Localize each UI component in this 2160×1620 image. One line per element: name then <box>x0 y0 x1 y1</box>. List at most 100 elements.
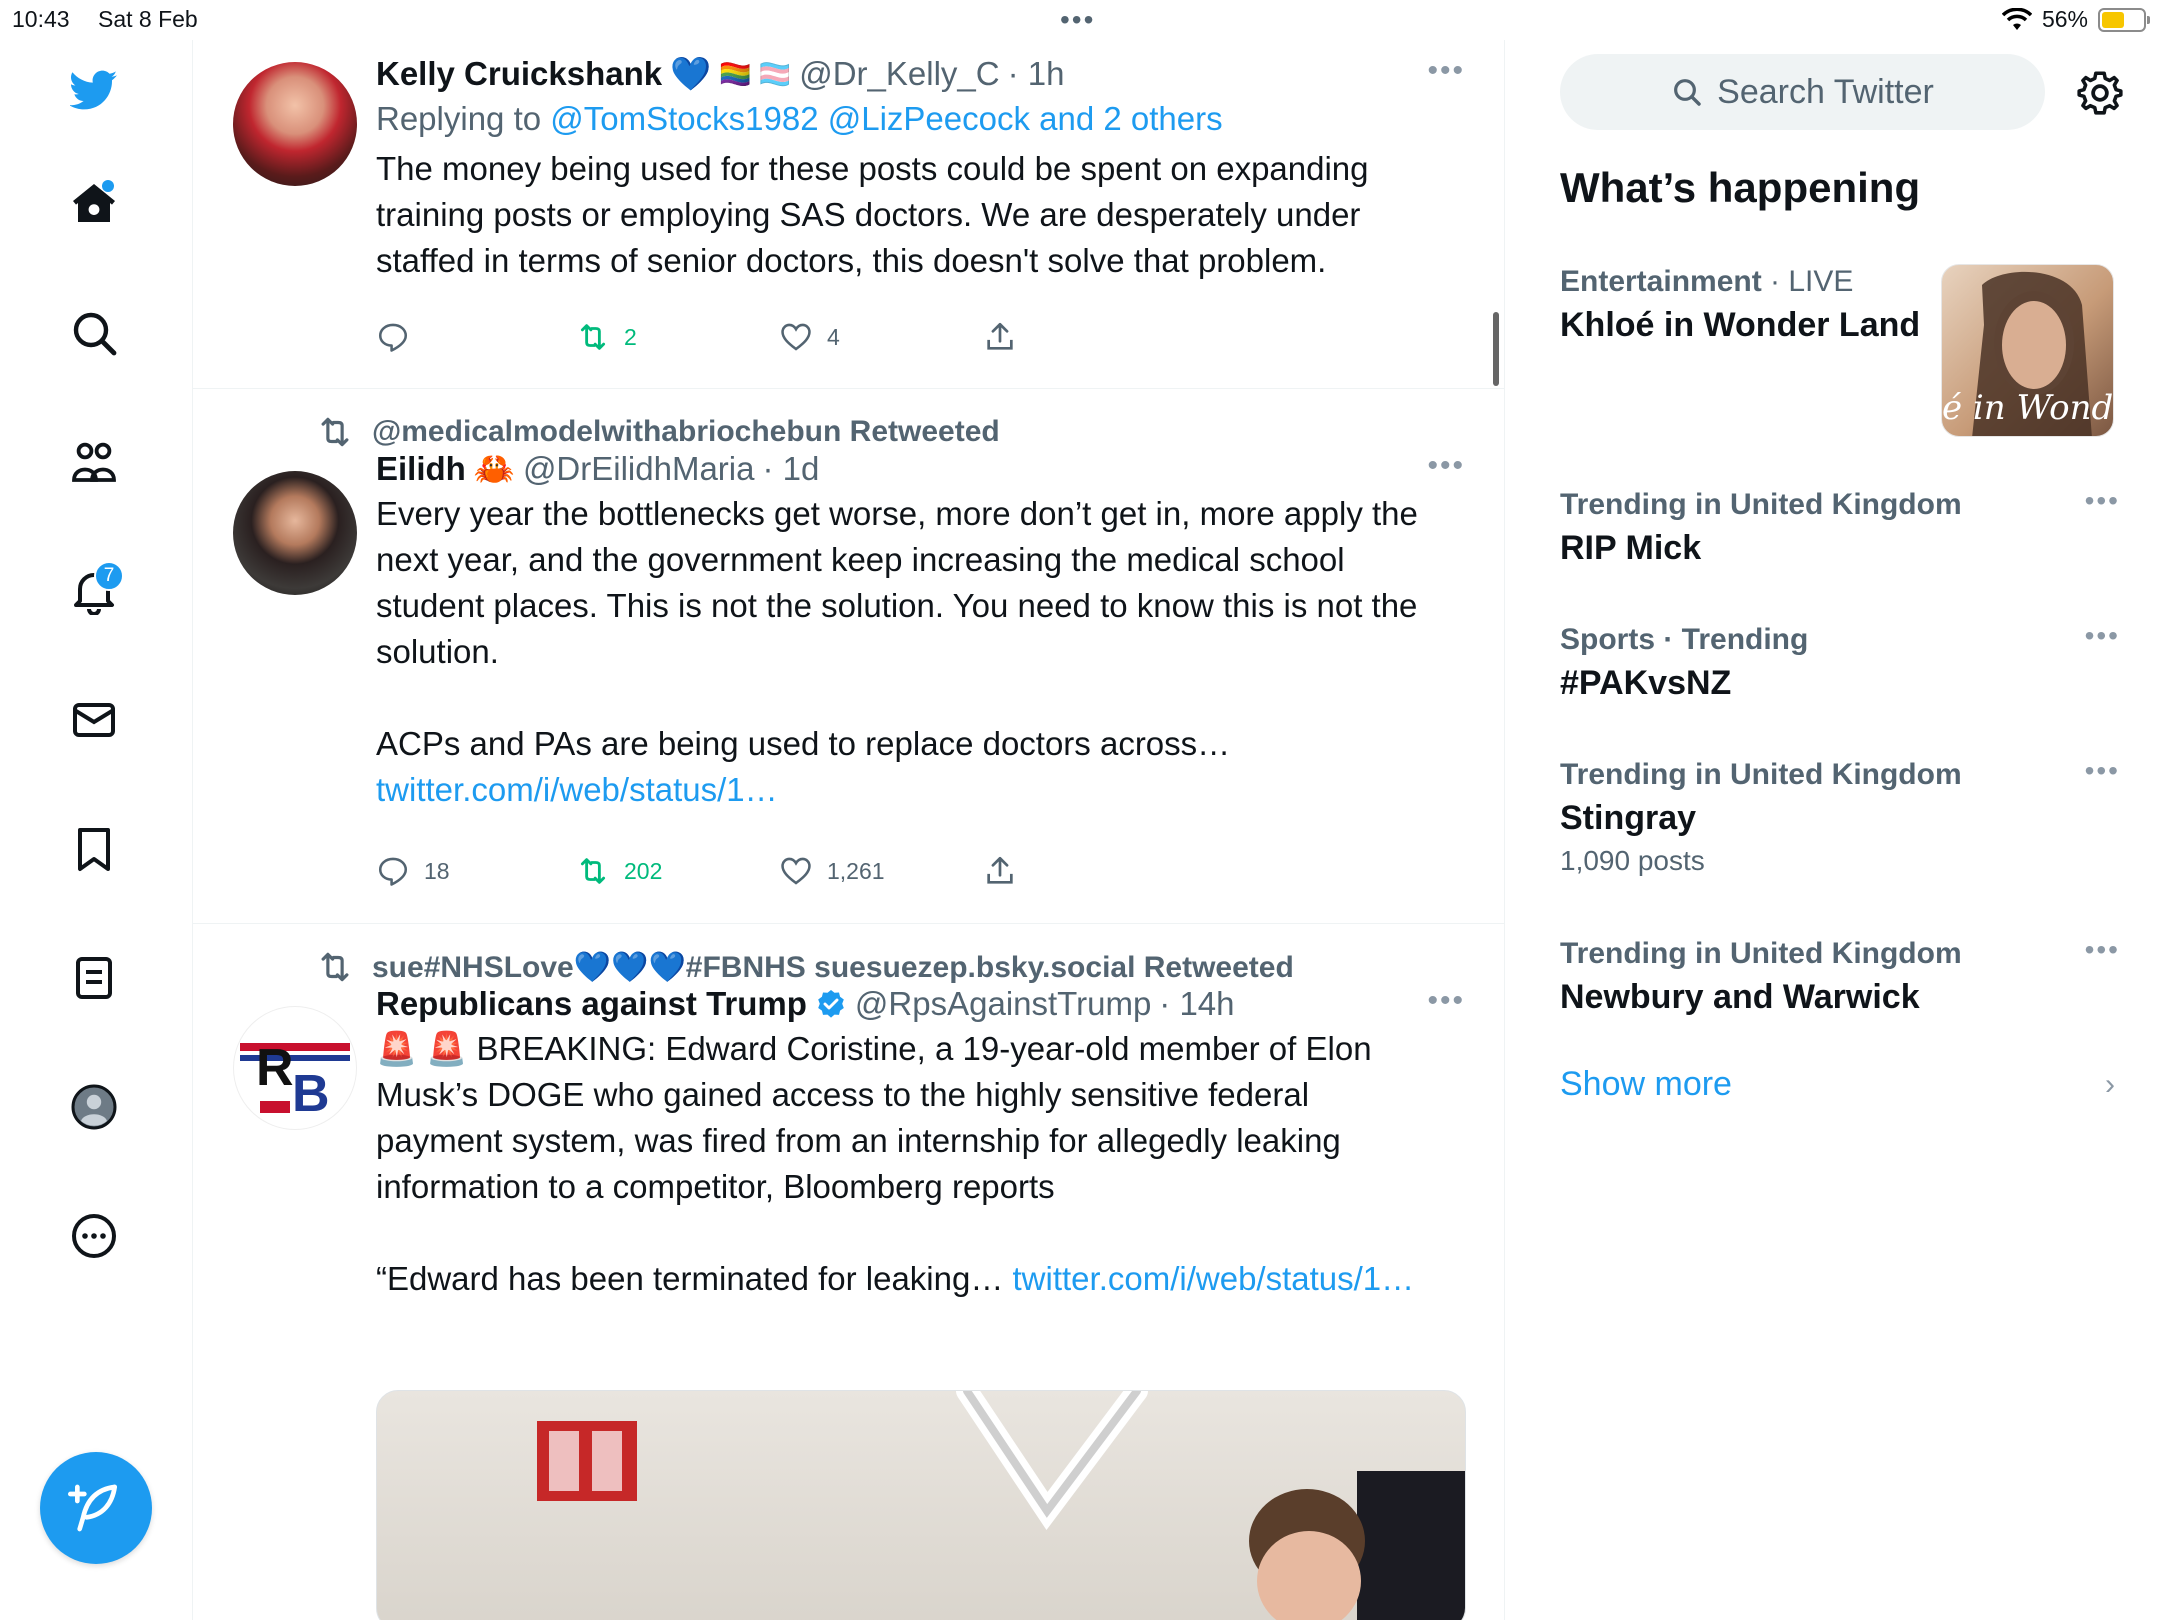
verified-badge-icon <box>818 990 844 1018</box>
share-button[interactable] <box>983 320 1017 354</box>
heart-emoji: 💙 <box>670 55 712 92</box>
author-handle[interactable]: @DrEilidhMaria <box>523 447 755 491</box>
retweeted-by-text[interactable]: @medicalmodelwithabriochebun Retweeted <box>372 415 1000 449</box>
compose-tweet-button[interactable] <box>40 1452 152 1564</box>
trend-title: RIP Mick <box>1560 529 1702 567</box>
trend-more-options-icon[interactable]: ••• <box>2085 934 2120 966</box>
svg-text:B: B <box>292 1065 330 1123</box>
tweet-time[interactable]: · 1d <box>763 447 820 491</box>
more-options-icon[interactable]: ••• <box>1427 984 1465 1018</box>
status-date: Sat 8 Feb <box>98 6 198 32</box>
retweet-count: 202 <box>624 857 663 884</box>
like-button[interactable]: 4 <box>779 320 983 354</box>
left-nav: 7 <box>0 40 193 1620</box>
author-handle[interactable]: @Dr_Kelly_C <box>799 52 999 96</box>
tweet-actions: 18 202 1,261 <box>376 854 1017 888</box>
timeline: Kelly Cruickshank 💙 🏳️‍🌈 🏳️‍⚧️ @Dr_Kelly… <box>193 40 1505 1620</box>
avatar[interactable]: R B <box>233 1006 357 1130</box>
author-name[interactable]: Republicans against Trump <box>376 982 807 1026</box>
trend-more-options-icon[interactable]: ••• <box>2085 755 2120 787</box>
like-count: 1,261 <box>827 857 885 884</box>
communities-icon[interactable] <box>64 432 124 492</box>
author-name[interactable]: Kelly Cruickshank <box>376 52 662 96</box>
share-icon <box>987 322 1013 350</box>
tweet-text-body: Every year the bottlenecks get worse, mo… <box>376 495 1418 762</box>
tweet-time[interactable]: · 14h <box>1159 982 1234 1026</box>
replying-prefix: Replying to <box>376 100 551 137</box>
tweet[interactable]: Kelly Cruickshank 💙 🏳️‍🌈 🏳️‍⚧️ @Dr_Kelly… <box>193 40 1504 389</box>
whats-happening-title: What’s happening <box>1560 164 1921 211</box>
like-button[interactable]: 1,261 <box>779 854 983 888</box>
more-circle-icon[interactable] <box>64 1206 124 1266</box>
more-options-icon[interactable]: ••• <box>1427 54 1465 88</box>
svg-text:R: R <box>256 1039 294 1097</box>
home-icon[interactable] <box>64 174 124 234</box>
tweet-link[interactable]: twitter.com/i/web/status/1… <box>376 771 778 808</box>
trend-category: Trending in United Kingdom <box>1560 937 1962 970</box>
search-input[interactable]: Search Twitter <box>1560 54 2045 130</box>
trend-more-options-icon[interactable]: ••• <box>2085 620 2120 652</box>
twitter-logo-icon[interactable] <box>64 60 124 120</box>
search-icon[interactable] <box>64 303 124 363</box>
bookmark-icon[interactable] <box>64 819 124 879</box>
show-more-link[interactable]: Show more <box>1560 1065 1732 1104</box>
author-handle[interactable]: @RpsAgainstTrump <box>855 982 1151 1026</box>
reply-icon <box>378 323 408 352</box>
tweet-media-image[interactable] <box>376 1390 1466 1620</box>
retweeted-by-text[interactable]: sue#NHSLove💙💙💙#FBNHS suesuezep.bsky.soci… <box>372 950 1294 985</box>
multitasking-dots-icon[interactable]: ••• <box>1060 4 1095 36</box>
avatar[interactable] <box>233 62 357 186</box>
search-placeholder: Search Twitter <box>1717 72 1934 111</box>
home-unread-dot <box>102 180 114 192</box>
author-name[interactable]: Eilidh <box>376 447 466 491</box>
heart-icon <box>781 857 811 885</box>
notifications-bell-icon[interactable]: 7 <box>64 561 124 621</box>
scrollbar[interactable] <box>1493 312 1499 386</box>
replying-to-link[interactable]: @TomStocks1982 @LizPeecock and 2 others <box>550 100 1222 137</box>
settings-gear-icon[interactable] <box>2075 68 2125 118</box>
trend-thumbnail-image[interactable]: é in Wonder L <box>1941 264 2114 437</box>
tweet-header: Kelly Cruickshank 💙 🏳️‍🌈 🏳️‍⚧️ @Dr_Kelly… <box>376 52 1465 96</box>
trend-live-label: · LIVE <box>1761 265 1854 298</box>
flag-emojis: 🏳️‍🌈 🏳️‍⚧️ <box>719 59 792 89</box>
tweet-link[interactable]: twitter.com/i/web/status/1… <box>1013 1260 1415 1297</box>
tweet-actions: 2 4 <box>376 320 1017 354</box>
retweet-icon <box>321 417 349 447</box>
reply-count: 18 <box>424 857 450 884</box>
share-icon <box>987 856 1013 884</box>
reply-icon <box>378 857 408 886</box>
avatar[interactable] <box>233 471 357 595</box>
mail-icon[interactable] <box>64 690 124 750</box>
tweet-content: Kelly Cruickshank 💙 🏳️‍🌈 🏳️‍⚧️ @Dr_Kelly… <box>376 52 1465 284</box>
status-bar: 10:43 Sat 8 Feb ••• 56% <box>0 0 2160 40</box>
lists-icon[interactable] <box>64 948 124 1008</box>
thumbnail-caption: é in Wonder L <box>1942 388 2114 428</box>
reply-button[interactable] <box>376 320 576 354</box>
trend-post-count: 1,090 posts <box>1560 845 1705 876</box>
battery-level <box>2102 11 2125 28</box>
profile-avatar-icon[interactable] <box>64 1077 124 1137</box>
notifications-badge: 7 <box>94 561 124 591</box>
battery-percent: 56% <box>2041 6 2088 32</box>
share-button[interactable] <box>983 854 1017 888</box>
trend-category: Sports · Trending <box>1560 623 1809 656</box>
trend-item[interactable]: Sports · Trending #PAKvsNZ ••• <box>1560 620 2120 706</box>
crab-emoji: 🦀 <box>473 450 515 487</box>
tweet-content: Eilidh 🦀 @DrEilidhMaria · 1d Every year … <box>376 447 1465 813</box>
retweet-icon <box>321 952 349 982</box>
tweet-text-body: 🚨 🚨 BREAKING: Edward Coristine, a 19-yea… <box>376 1030 1372 1297</box>
more-options-icon[interactable]: ••• <box>1427 449 1465 483</box>
trend-item[interactable]: Trending in United Kingdom Stingray 1,09… <box>1560 755 2120 881</box>
trend-item[interactable]: Trending in United Kingdom RIP Mick ••• <box>1560 485 2120 571</box>
tweet[interactable]: @medicalmodelwithabriochebun Retweeted E… <box>193 389 1504 924</box>
battery-icon <box>2098 7 2150 32</box>
tweet-text: The money being used for these posts cou… <box>376 150 1378 279</box>
retweet-button[interactable]: 2 <box>576 320 779 354</box>
tweet-text: 🚨 🚨 BREAKING: Edward Coristine, a 19-yea… <box>376 1026 1416 1302</box>
trend-more-options-icon[interactable]: ••• <box>2085 485 2120 517</box>
wifi-icon <box>2001 7 2032 30</box>
tweet-time[interactable]: · 1h <box>1008 52 1065 96</box>
retweet-button[interactable]: 202 <box>576 854 779 888</box>
trend-item[interactable]: Trending in United Kingdom Newbury and W… <box>1560 934 2120 1020</box>
reply-button[interactable]: 18 <box>376 854 576 888</box>
